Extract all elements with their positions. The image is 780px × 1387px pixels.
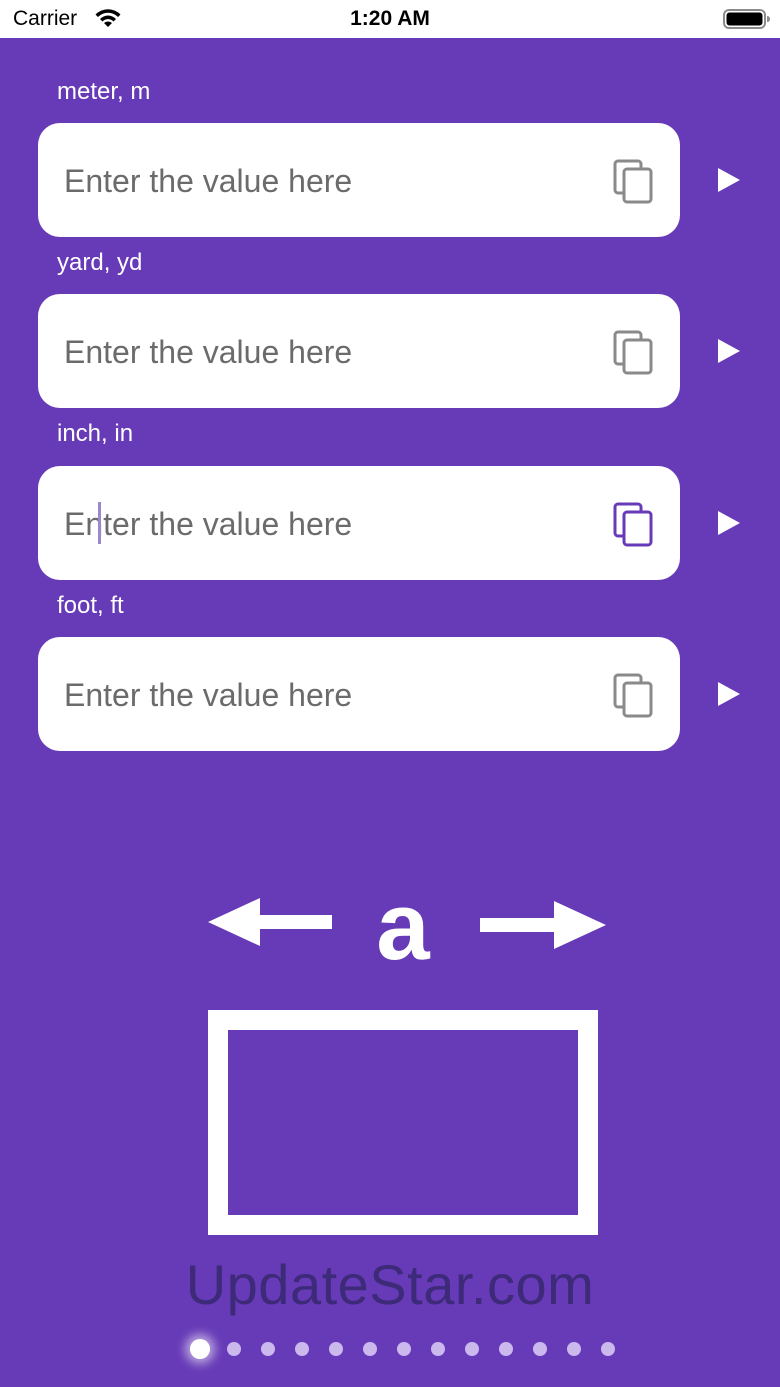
value-input-meter[interactable] (62, 123, 606, 239)
page-dot[interactable] (601, 1342, 615, 1356)
page-dot[interactable] (363, 1342, 377, 1356)
text-cursor (98, 502, 101, 544)
clock: 1:20 AM (350, 7, 430, 30)
length-illustration: a (208, 895, 606, 1235)
unit-label-yard: yard, yd (57, 249, 143, 276)
page-dot[interactable] (227, 1342, 241, 1356)
value-field-foot[interactable] (38, 637, 680, 753)
value-field-yard[interactable] (38, 294, 680, 410)
page-dot-active[interactable] (190, 1339, 210, 1359)
page-dot[interactable] (499, 1342, 513, 1356)
left-arrow-icon (208, 898, 332, 946)
page-dot[interactable] (261, 1342, 275, 1356)
copy-icon[interactable] (612, 329, 656, 375)
copy-icon[interactable] (612, 672, 656, 718)
play-icon[interactable] (712, 507, 744, 539)
page-dot[interactable] (567, 1342, 581, 1356)
page-dot[interactable] (397, 1342, 411, 1356)
unit-label-meter: meter, m (57, 78, 151, 105)
page-dot[interactable] (431, 1342, 445, 1356)
page-dot[interactable] (329, 1342, 343, 1356)
copy-icon[interactable] (612, 158, 656, 204)
dimension-symbol: a (376, 895, 430, 980)
value-input-foot[interactable] (62, 637, 606, 753)
page-indicator (0, 1336, 780, 1362)
value-field-inch[interactable] (38, 466, 680, 582)
value-input-inch[interactable] (62, 466, 606, 582)
battery-icon (723, 9, 770, 29)
play-icon[interactable] (712, 164, 744, 196)
unit-label-foot: foot, ft (57, 592, 124, 619)
status-bar: Carrier 1:20 AM (0, 0, 780, 38)
value-field-meter[interactable] (38, 123, 680, 239)
page-dot[interactable] (295, 1342, 309, 1356)
unit-label-inch: inch, in (57, 420, 134, 447)
rectangle-shape (208, 1010, 598, 1235)
right-arrow-icon (480, 901, 606, 949)
page-dot[interactable] (533, 1342, 547, 1356)
play-icon[interactable] (712, 335, 744, 367)
value-input-yard[interactable] (62, 294, 606, 410)
play-icon[interactable] (712, 678, 744, 710)
page-dot[interactable] (465, 1342, 479, 1356)
copy-icon[interactable] (612, 501, 656, 547)
watermark: UpdateStar.com (185, 1253, 595, 1316)
